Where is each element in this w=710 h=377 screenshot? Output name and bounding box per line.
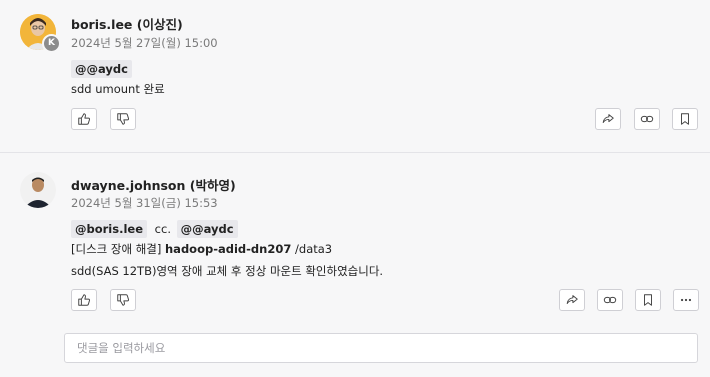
author-name[interactable]: boris.lee (이상진) [71,14,183,33]
message-text: sdd(SAS 12TB)영역 장애 교체 후 정상 마운트 확인하였습니다. [71,264,384,278]
dislike-button[interactable] [110,289,136,311]
thumbs-up-icon [78,294,91,306]
hostname-text: hadoop-adid-dn207 [165,242,292,256]
link-icon [640,115,654,123]
mention-tag[interactable]: @boris.lee [71,220,148,238]
bookmark-icon [681,113,689,125]
mention-tag[interactable]: @@aydc [71,60,132,78]
share-icon [602,114,614,123]
copy-link-button[interactable] [634,108,660,130]
cc-label: cc. [154,222,171,236]
more-options-button[interactable] [673,289,699,311]
copy-link-button[interactable] [597,289,623,311]
message-text: sdd umount 완료 [71,82,165,96]
dislike-button[interactable] [110,108,136,130]
bookmark-icon [644,294,652,306]
more-icon [680,298,692,302]
thumbs-down-icon [117,294,130,306]
bookmark-button[interactable] [672,108,698,130]
thumbs-up-icon [78,113,91,125]
like-button[interactable] [71,108,97,130]
link-icon [603,296,617,304]
avatar-badge: K [42,34,61,53]
share-button[interactable] [559,289,585,311]
share-icon [566,295,578,304]
mention-tag[interactable]: @@aydc [176,220,238,238]
like-button[interactable] [71,289,97,311]
message-divider [0,152,710,153]
thumbs-down-icon [117,113,130,125]
comment-input[interactable] [64,333,698,363]
message-text-suffix: /data3 [295,242,333,256]
message-text-prefix: [디스크 장애 해결] [71,242,162,256]
share-button[interactable] [595,108,621,130]
avatar[interactable] [20,172,56,208]
bookmark-button[interactable] [635,289,661,311]
author-name[interactable]: dwayne.johnson (박하영) [71,175,236,194]
message-date: 2024년 5월 31일(금) 15:53 [71,196,218,210]
message-date: 2024년 5월 27일(월) 15:00 [71,36,218,50]
